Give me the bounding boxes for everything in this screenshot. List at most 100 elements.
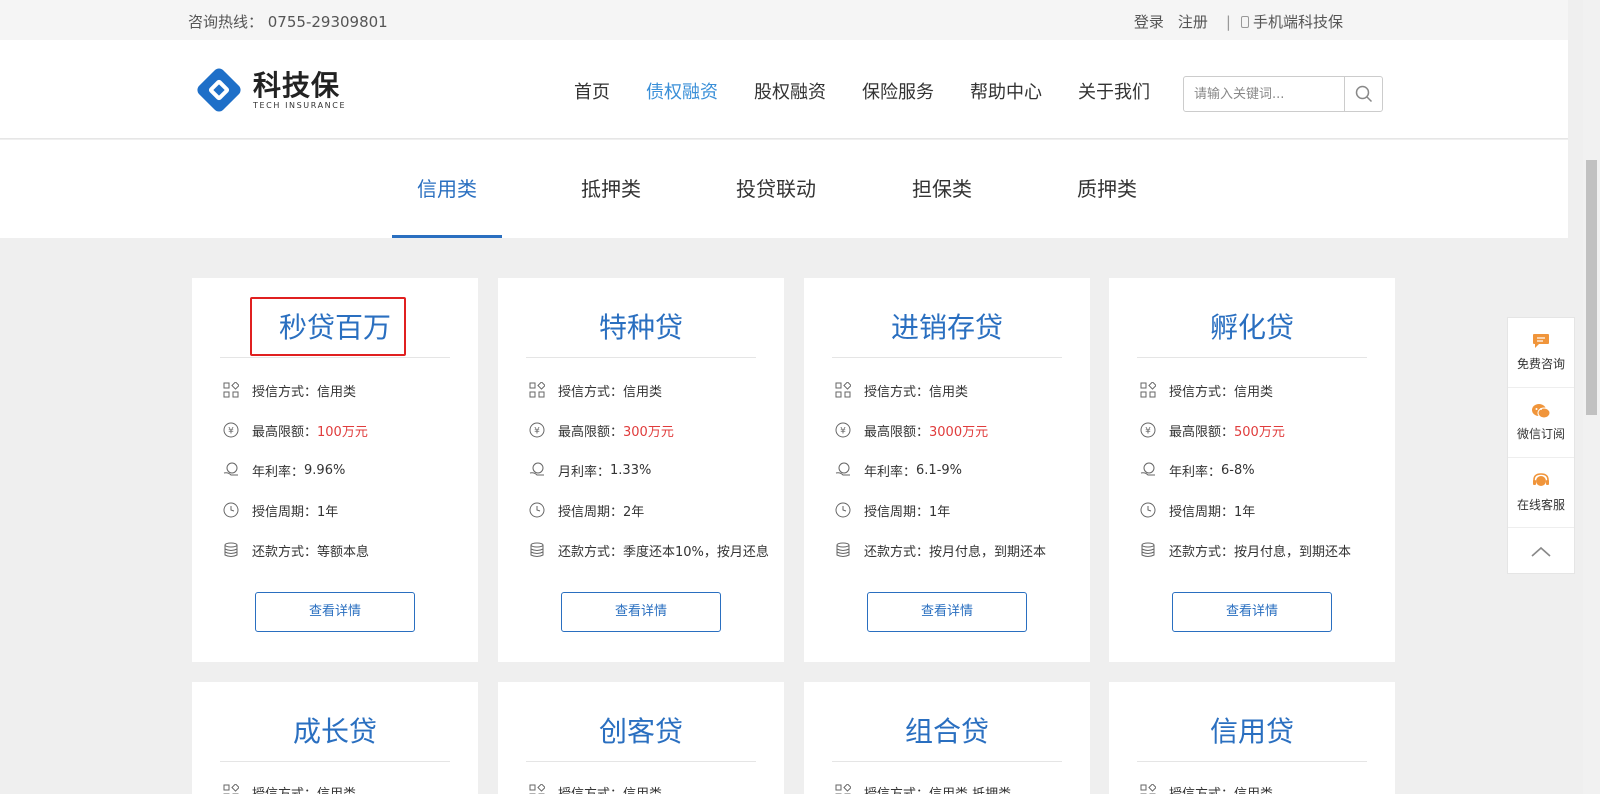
row-label: 最高限额： bbox=[252, 424, 318, 440]
rate-value: 9.96% bbox=[304, 462, 346, 478]
free-consult-button[interactable]: 免费咨询 bbox=[1508, 318, 1574, 388]
tab-investment-loan[interactable]: 投贷联动 bbox=[726, 140, 826, 238]
row-label: 最高限额： bbox=[864, 424, 930, 440]
back-to-top-button[interactable] bbox=[1508, 528, 1574, 573]
category-tabs: 信用类 抵押类 投贷联动 担保类 质押类 bbox=[0, 140, 1568, 238]
row-value: 信用类,抵押类 bbox=[929, 786, 1012, 794]
grid-icon bbox=[1139, 783, 1157, 794]
product-title: 成长贷 bbox=[220, 706, 450, 762]
search-input[interactable] bbox=[1184, 77, 1346, 111]
login-link[interactable]: 登录 bbox=[1134, 11, 1164, 32]
row-label: 年利率： bbox=[864, 464, 917, 480]
database-icon bbox=[528, 541, 546, 559]
row-label: 授信方式： bbox=[558, 384, 624, 400]
nav-insurance[interactable]: 保险服务 bbox=[862, 78, 934, 104]
limit-row: ¥ 最高限额： 500万元 bbox=[1139, 420, 1285, 440]
product-title: 信用贷 bbox=[1137, 706, 1367, 762]
product-title: 进销存贷 bbox=[832, 302, 1062, 358]
view-details-button[interactable]: 查看详情 bbox=[1172, 592, 1332, 632]
logo-mark-icon bbox=[197, 68, 241, 112]
limit-value: 300万元 bbox=[623, 424, 674, 440]
tab-mortgage[interactable]: 抵押类 bbox=[571, 140, 651, 238]
row-label: 授信周期： bbox=[864, 504, 930, 520]
nav-home[interactable]: 首页 bbox=[574, 78, 610, 104]
row-label: 最高限额： bbox=[558, 424, 624, 440]
row-label: 还款方式： bbox=[864, 544, 930, 560]
money-hand-icon bbox=[834, 461, 852, 479]
online-service-label: 在线客服 bbox=[1516, 498, 1565, 512]
repay-row: 还款方式： 按月付息，到期还本 bbox=[834, 540, 1046, 560]
row-label: 年利率： bbox=[1169, 464, 1222, 480]
product-title: 特种贷 bbox=[526, 302, 756, 358]
grid-icon bbox=[222, 381, 240, 399]
yen-icon: ¥ bbox=[834, 421, 852, 439]
row-label: 年利率： bbox=[252, 464, 305, 480]
repay-value: 季度还本10%，按月还息 bbox=[623, 544, 769, 560]
credit-method-row: 授信方式： 信用类 bbox=[1139, 380, 1273, 400]
rate-row: 年利率： 6-8% bbox=[1139, 460, 1255, 480]
main-nav: 首页 债权融资 股权融资 保险服务 帮助中心 关于我们 bbox=[574, 78, 1150, 104]
nav-equity-financing[interactable]: 股权融资 bbox=[754, 78, 826, 104]
search-icon bbox=[1355, 85, 1372, 103]
scrollbar[interactable] bbox=[1583, 0, 1600, 794]
yen-icon: ¥ bbox=[222, 421, 240, 439]
product-title: 秒贷百万 bbox=[220, 302, 450, 358]
limit-row: ¥ 最高限额： 3000万元 bbox=[834, 420, 988, 440]
scrollbar-thumb[interactable] bbox=[1586, 160, 1597, 415]
row-label: 授信方式： bbox=[1169, 384, 1235, 400]
register-link[interactable]: 注册 bbox=[1178, 11, 1208, 32]
nav-about[interactable]: 关于我们 bbox=[1078, 78, 1150, 104]
product-card: 秒贷百万 授信方式： 信用类 ¥ 最高限额： 100万元 年利率： 9.96% 授信周… bbox=[192, 278, 478, 662]
money-hand-icon bbox=[1139, 461, 1157, 479]
tab-guarantee[interactable]: 担保类 bbox=[902, 140, 982, 238]
rate-value: 6-8% bbox=[1221, 462, 1255, 478]
grid-icon bbox=[834, 783, 852, 794]
clock-icon bbox=[1139, 501, 1157, 519]
view-details-button[interactable]: 查看详情 bbox=[867, 592, 1027, 632]
header: 科技保 TECH INSURANCE 首页 债权融资 股权融资 保险服务 帮助中… bbox=[0, 40, 1568, 139]
credit-method-row: 授信方式： 信用类,抵押类 bbox=[834, 782, 1011, 794]
wechat-subscribe-button[interactable]: 微信订阅 bbox=[1508, 388, 1574, 458]
credit-method-row: 授信方式： 信用类 bbox=[1139, 782, 1273, 794]
svg-text:¥: ¥ bbox=[1145, 427, 1151, 437]
logo-subtitle: TECH INSURANCE bbox=[253, 100, 347, 110]
logo[interactable]: 科技保 TECH INSURANCE bbox=[193, 62, 353, 118]
row-label: 授信方式： bbox=[252, 786, 318, 794]
row-label: 授信周期： bbox=[252, 504, 318, 520]
customer-service-icon bbox=[1533, 473, 1549, 486]
rate-row: 月利率： 1.33% bbox=[528, 460, 651, 480]
row-label: 最高限额： bbox=[1169, 424, 1235, 440]
tab-pledge[interactable]: 质押类 bbox=[1067, 140, 1147, 238]
repay-row: 还款方式： 按月付息，到期还本 bbox=[1139, 540, 1351, 560]
period-row: 授信周期： 2年 bbox=[528, 500, 644, 520]
grid-icon bbox=[528, 783, 546, 794]
limit-row: ¥ 最高限额： 300万元 bbox=[528, 420, 674, 440]
period-row: 授信周期： 1年 bbox=[1139, 500, 1255, 520]
row-value: 信用类 bbox=[929, 384, 969, 400]
grid-icon bbox=[222, 783, 240, 794]
view-details-button[interactable]: 查看详情 bbox=[561, 592, 721, 632]
nav-help[interactable]: 帮助中心 bbox=[970, 78, 1042, 104]
tab-credit[interactable]: 信用类 bbox=[392, 140, 502, 238]
row-label: 授信方式： bbox=[558, 786, 624, 794]
chevron-up-icon bbox=[1531, 546, 1551, 557]
grid-icon bbox=[834, 381, 852, 399]
credit-method-row: 授信方式： 信用类 bbox=[834, 380, 968, 400]
mobile-link[interactable]: 手机端科技保 bbox=[1240, 11, 1343, 32]
row-label: 授信方式： bbox=[864, 786, 930, 794]
svg-text:¥: ¥ bbox=[534, 427, 540, 437]
search-button[interactable] bbox=[1344, 77, 1382, 111]
view-details-button[interactable]: 查看详情 bbox=[255, 592, 415, 632]
row-label: 还款方式： bbox=[558, 544, 624, 560]
product-title: 孵化贷 bbox=[1137, 302, 1367, 358]
rate-value: 1.33% bbox=[610, 462, 652, 478]
row-label: 授信方式： bbox=[1169, 786, 1235, 794]
credit-method-row: 授信方式： 信用类 bbox=[528, 782, 662, 794]
row-value: 信用类 bbox=[1234, 384, 1274, 400]
clock-icon bbox=[222, 501, 240, 519]
repay-row: 还款方式： 季度还本10%，按月还息 bbox=[528, 540, 769, 560]
online-service-button[interactable]: 在线客服 bbox=[1508, 458, 1574, 528]
row-label: 还款方式： bbox=[1169, 544, 1235, 560]
product-card: 特种贷 授信方式： 信用类 ¥ 最高限额： 300万元 月利率： 1.33% 授信周期… bbox=[498, 278, 784, 662]
nav-debt-financing[interactable]: 债权融资 bbox=[646, 78, 718, 104]
